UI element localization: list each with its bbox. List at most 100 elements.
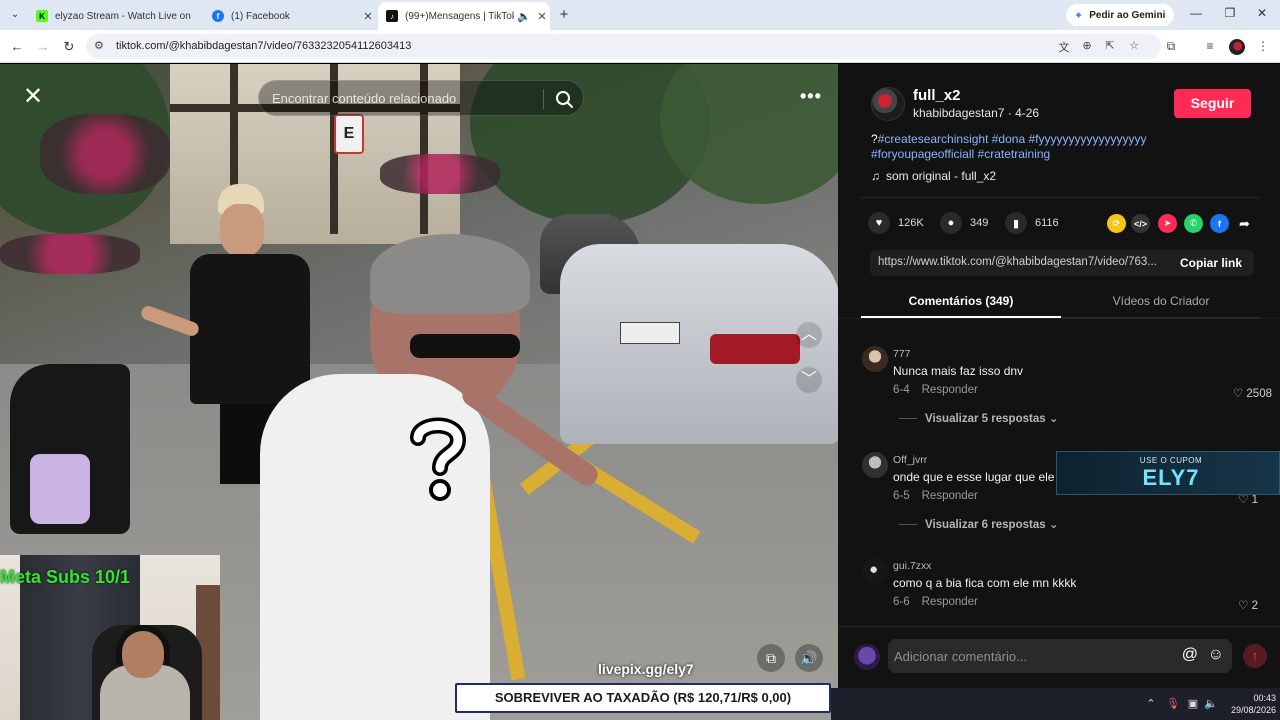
menu-kebab-icon[interactable]: ⋮ xyxy=(1255,39,1271,53)
comment-username[interactable]: 777 xyxy=(893,348,911,360)
site-info-icon[interactable]: ⚙ xyxy=(94,39,104,52)
bookmark-star-icon[interactable]: ☆ xyxy=(1126,39,1142,52)
follow-button[interactable]: Seguir xyxy=(1174,89,1251,118)
comment-like-count: 1 xyxy=(1251,494,1258,506)
tiktok-icon: ♪ xyxy=(386,10,398,22)
view-replies-label: Visualizar 5 respostas xyxy=(925,413,1046,425)
tab-search-icon[interactable]: ⌄ xyxy=(6,6,24,24)
bookmark-icon: ▮ xyxy=(1005,212,1027,234)
flower-bed xyxy=(0,234,140,274)
share-arrow-icon[interactable]: ➦ xyxy=(1235,214,1254,233)
send-to-friends-icon[interactable]: ➤ xyxy=(1158,214,1177,233)
emoji-icon[interactable]: ☺ xyxy=(1208,646,1224,664)
commenter-avatar[interactable] xyxy=(862,452,888,478)
tray-expand-icon[interactable]: ⌃ xyxy=(1143,697,1159,710)
music-info[interactable]: ♫ som original - full_x2 xyxy=(871,169,996,183)
install-app-icon[interactable]: ⇱ xyxy=(1102,39,1118,52)
author-handle-date[interactable]: khabibdagestan7 · 4-26 xyxy=(913,106,1039,120)
minimize-button[interactable]: — xyxy=(1186,6,1206,20)
whatsapp-icon[interactable]: ✆ xyxy=(1184,214,1203,233)
comment-username[interactable]: Off_jvrr xyxy=(893,454,927,466)
reply-button[interactable]: Responder xyxy=(922,384,978,396)
comment-username[interactable]: gui.7zxx xyxy=(893,560,932,572)
tab-creator-videos[interactable]: Vídeos do Criador xyxy=(1061,286,1261,318)
comment-date: 6-5 xyxy=(893,490,910,502)
chevron-down-icon: ⌄ xyxy=(1048,413,1059,425)
comment-like[interactable]: ♡ 2508 xyxy=(1222,386,1272,400)
tab-kick[interactable]: K elyzao Stream - Watch Live on xyxy=(28,2,204,30)
comment-text: Nunca mais faz isso dnv xyxy=(893,364,1024,378)
livepix-overlay-text: livepix.gg/ely7 xyxy=(598,661,694,677)
commenter-avatar[interactable] xyxy=(862,346,888,372)
url-text[interactable]: tiktok.com/@khabibdagestan7/video/763323… xyxy=(116,40,411,52)
speaker-icon[interactable]: 🔈 xyxy=(514,10,534,23)
tab-title: (99+)Mensagens | TikTok xyxy=(405,10,514,22)
repost-icon[interactable]: ⟳ xyxy=(1107,214,1126,233)
search-icon[interactable] xyxy=(553,88,575,110)
author-avatar[interactable] xyxy=(871,87,905,121)
media-control-icon[interactable]: ≡ xyxy=(1202,39,1218,53)
network-icon[interactable]: ▣ xyxy=(1185,697,1201,710)
gemini-button[interactable]: ✦ Pedir ao Gemini xyxy=(1066,4,1175,26)
address-bar[interactable]: ⚙ tiktok.com/@khabibdagestan7/video/7633… xyxy=(86,34,1161,59)
divider xyxy=(543,89,544,109)
heart-icon: ♥ xyxy=(868,212,890,234)
previous-video-button[interactable]: ︿ xyxy=(796,322,822,348)
view-replies-button[interactable]: Visualizar 5 respostas ⌄ xyxy=(899,411,1058,425)
comment-count: 349 xyxy=(970,217,989,229)
close-video-button[interactable]: ✕ xyxy=(22,85,44,109)
translate-icon[interactable]: 文 xyxy=(1056,39,1072,55)
my-avatar[interactable] xyxy=(854,644,880,670)
question-mark-sticker xyxy=(410,417,467,501)
more-options-icon[interactable]: ••• xyxy=(800,86,822,107)
microphone-icon[interactable]: 🎙 xyxy=(1165,697,1181,710)
close-window-button[interactable]: ✕ xyxy=(1252,6,1272,20)
back-button[interactable]: ← xyxy=(8,38,26,56)
save-button[interactable]: ▮ 6116 xyxy=(1005,212,1059,234)
comment-input[interactable]: Adicionar comentário... @ ☺ xyxy=(888,639,1232,673)
comment-meta: 6-4 Responder xyxy=(893,384,978,396)
close-tab-icon[interactable]: ✕ xyxy=(360,10,376,23)
forward-button[interactable]: → xyxy=(34,38,52,56)
zoom-icon[interactable]: ⊕ xyxy=(1079,39,1095,52)
comment-meta: 6-5 Responder xyxy=(893,490,978,502)
streamer-webcam: Meta Subs 10/1 xyxy=(0,555,220,720)
system-clock[interactable]: 00:43 29/08/2026 xyxy=(1226,692,1276,716)
pip-icon[interactable]: ⧉ xyxy=(757,644,785,672)
profile-avatar[interactable] xyxy=(1229,39,1245,55)
mention-icon[interactable]: @ xyxy=(1182,646,1198,664)
reply-button[interactable]: Responder xyxy=(922,596,978,608)
commenter-avatar[interactable] xyxy=(862,558,888,584)
coupon-caption: USE O CUPOM xyxy=(1139,456,1203,465)
tab-title: elyzao Stream - Watch Live on xyxy=(55,10,191,22)
close-tab-icon[interactable]: ✕ xyxy=(534,10,550,23)
next-video-button[interactable]: ﹀ xyxy=(796,367,822,393)
clock-date: 29/08/2026 xyxy=(1230,705,1276,715)
reload-button[interactable]: ↻ xyxy=(60,38,78,56)
embed-icon[interactable]: </> xyxy=(1131,214,1150,233)
tiktok-side-panel: full_x2 khabibdagestan7 · 4-26 Seguir ?#… xyxy=(838,64,1280,720)
facebook-icon: f xyxy=(212,10,224,22)
view-replies-label: Visualizar 6 respostas xyxy=(925,519,1046,531)
tab-facebook[interactable]: f (1) Facebook ✕ xyxy=(204,2,376,30)
new-tab-button[interactable]: + xyxy=(555,6,573,24)
facebook-share-icon[interactable]: f xyxy=(1210,214,1229,233)
copy-link-button[interactable]: Copiar link xyxy=(1180,256,1242,270)
reply-button[interactable]: Responder xyxy=(922,490,978,502)
hashtags[interactable]: #createsearchinsight #dona #fyyyyyyyyyyy… xyxy=(871,132,1146,161)
tab-comments[interactable]: Comentários (349) xyxy=(861,286,1061,318)
view-replies-button[interactable]: Visualizar 6 respostas ⌄ xyxy=(899,517,1058,531)
volume-icon[interactable]: 🔊 xyxy=(795,644,823,672)
tab-tiktok[interactable]: ♪ (99+)Mensagens | TikTok 🔈 ✕ xyxy=(378,2,550,30)
author-username[interactable]: full_x2 xyxy=(913,87,961,104)
related-search-bar[interactable]: Encontrar conteúdo relacionado xyxy=(258,80,584,116)
extensions-icon[interactable]: ⧉ xyxy=(1163,39,1179,54)
comment-like[interactable]: ♡ 2 xyxy=(1208,598,1258,612)
comment-button[interactable]: ● 349 xyxy=(940,212,988,234)
maximize-button[interactable]: ❐ xyxy=(1220,6,1240,20)
speaker-icon[interactable]: 🔈 xyxy=(1203,697,1219,710)
like-button[interactable]: ♥ 126K xyxy=(868,212,924,234)
post-comment-button[interactable]: ↑ xyxy=(1243,644,1267,668)
video-link-text[interactable]: https://www.tiktok.com/@khabibdagestan7/… xyxy=(878,256,1170,268)
license-plate xyxy=(620,322,680,344)
